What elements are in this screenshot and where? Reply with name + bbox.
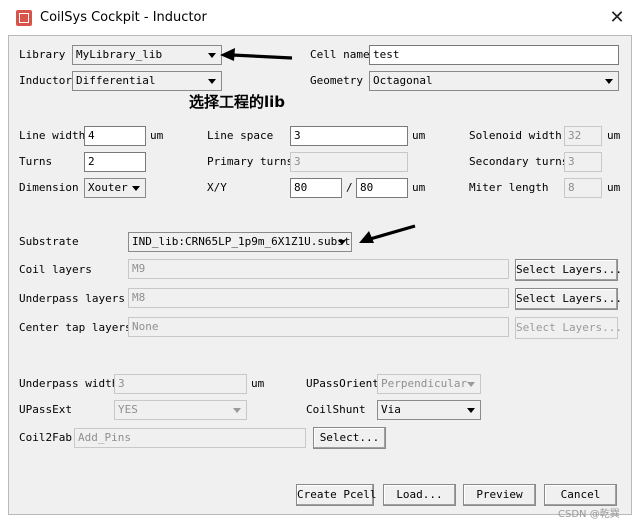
- geometry-value: Octagonal: [373, 74, 433, 87]
- center-tap-layers-label: Center tap layers: [19, 321, 132, 334]
- chevron-down-icon: [467, 408, 475, 413]
- upass-ext-value: YES: [118, 403, 138, 416]
- line-width-unit: um: [150, 129, 164, 142]
- line-space-label: Line space: [207, 129, 274, 142]
- center-tap-layers-select-button[interactable]: Select Layers...: [515, 317, 622, 339]
- xy-separator: /: [346, 181, 353, 194]
- close-icon[interactable]: ✕: [606, 7, 628, 29]
- line-width-input[interactable]: 4: [84, 126, 146, 146]
- inductor-select[interactable]: Differential: [72, 71, 222, 91]
- coil-shunt-value: Via: [381, 403, 401, 416]
- chevron-down-icon: [208, 53, 216, 58]
- coil2fab-input: Add_Pins: [74, 428, 306, 448]
- miter-length-label: Miter length: [469, 181, 549, 194]
- library-label: Library: [19, 48, 66, 61]
- miter-length-unit: um: [607, 181, 621, 194]
- cancel-button[interactable]: Cancel: [544, 484, 617, 506]
- solenoid-width-input: 32: [564, 126, 602, 146]
- window-title: CoilSys Cockpit - Inductor: [40, 10, 207, 25]
- upass-orient-label: UPassOrient: [306, 377, 379, 390]
- create-pcell-button[interactable]: Create Pcell: [296, 484, 376, 506]
- chevron-down-icon: [132, 186, 140, 191]
- xy-label: X/Y: [207, 181, 227, 194]
- center-tap-layers-input: None: [128, 317, 509, 337]
- primary-turns-input: 3: [290, 152, 408, 172]
- secondary-turns-input: 3: [564, 152, 602, 172]
- dimension-select[interactable]: Xouter: [84, 178, 146, 198]
- chevron-down-icon: [208, 79, 216, 84]
- secondary-turns-label: Secondary turns: [469, 155, 569, 168]
- coil-layers-label: Coil layers: [19, 263, 92, 276]
- watermark: CSDN @乾巽: [558, 509, 620, 520]
- library-select[interactable]: MyLibrary_lib: [72, 45, 222, 65]
- cell-name-input[interactable]: test: [369, 45, 619, 65]
- dimension-label: Dimension: [19, 181, 79, 194]
- underpass-layers-select-button[interactable]: Select Layers...: [515, 288, 622, 310]
- x-input[interactable]: 80: [290, 178, 342, 198]
- primary-turns-label: Primary turns: [207, 155, 294, 168]
- substrate-select[interactable]: IND_lib:CRN65LP_1p9m_6X1Z1U.subst: [128, 232, 352, 252]
- arrow-annotation-icon: [220, 48, 293, 61]
- app-icon: [16, 10, 32, 26]
- underpass-layers-input: M8: [128, 288, 509, 308]
- inductor-value: Differential: [76, 74, 156, 87]
- underpass-width-label: Underpass width: [19, 377, 119, 390]
- coil2fab-label: Coil2Fab: [19, 431, 72, 444]
- line-space-unit: um: [412, 129, 426, 142]
- geometry-label: Geometry: [310, 74, 363, 87]
- load-button[interactable]: Load...: [383, 484, 456, 506]
- upass-orient-value: Perpendicular: [381, 377, 468, 390]
- coil-layers-select-button[interactable]: Select Layers...: [515, 259, 622, 281]
- line-space-input[interactable]: 3: [290, 126, 408, 146]
- library-value: MyLibrary_lib: [76, 48, 163, 61]
- chevron-down-icon: [233, 408, 241, 413]
- chevron-down-icon: [338, 240, 346, 245]
- substrate-label: Substrate: [19, 235, 79, 248]
- coil-layers-input: M9: [128, 259, 509, 279]
- underpass-layers-label: Underpass layers: [19, 292, 125, 305]
- upass-orient-select: Perpendicular: [377, 374, 481, 394]
- upass-ext-label: UPassExt: [19, 403, 72, 416]
- coil2fab-select-button[interactable]: Select...: [313, 427, 386, 449]
- underpass-width-unit: um: [251, 377, 265, 390]
- substrate-value: IND_lib:CRN65LP_1p9m_6X1Z1U.subst: [132, 235, 351, 248]
- coil-shunt-label: CoilShunt: [306, 403, 366, 416]
- underpass-width-input: 3: [114, 374, 247, 394]
- chevron-down-icon: [605, 79, 613, 84]
- geometry-select[interactable]: Octagonal: [369, 71, 619, 91]
- annotation-text: 选择工程的lib: [189, 93, 286, 111]
- solenoid-width-unit: um: [607, 129, 621, 142]
- turns-input[interactable]: 2: [84, 152, 146, 172]
- chevron-down-icon: [467, 382, 475, 387]
- inductor-label: Inductor: [19, 74, 72, 87]
- arrow-annotation-icon: [359, 224, 416, 243]
- xy-unit: um: [412, 181, 426, 194]
- y-input[interactable]: 80: [356, 178, 408, 198]
- turns-label: Turns: [19, 155, 53, 168]
- preview-button[interactable]: Preview: [463, 484, 536, 506]
- line-width-label: Line width: [19, 129, 86, 142]
- miter-length-input: 8: [564, 178, 602, 198]
- dimension-value: Xouter: [88, 181, 128, 194]
- upass-ext-select: YES: [114, 400, 247, 420]
- cell-name-label: Cell name: [310, 48, 370, 61]
- solenoid-width-label: Solenoid width: [469, 129, 562, 142]
- coil-shunt-select[interactable]: Via: [377, 400, 481, 420]
